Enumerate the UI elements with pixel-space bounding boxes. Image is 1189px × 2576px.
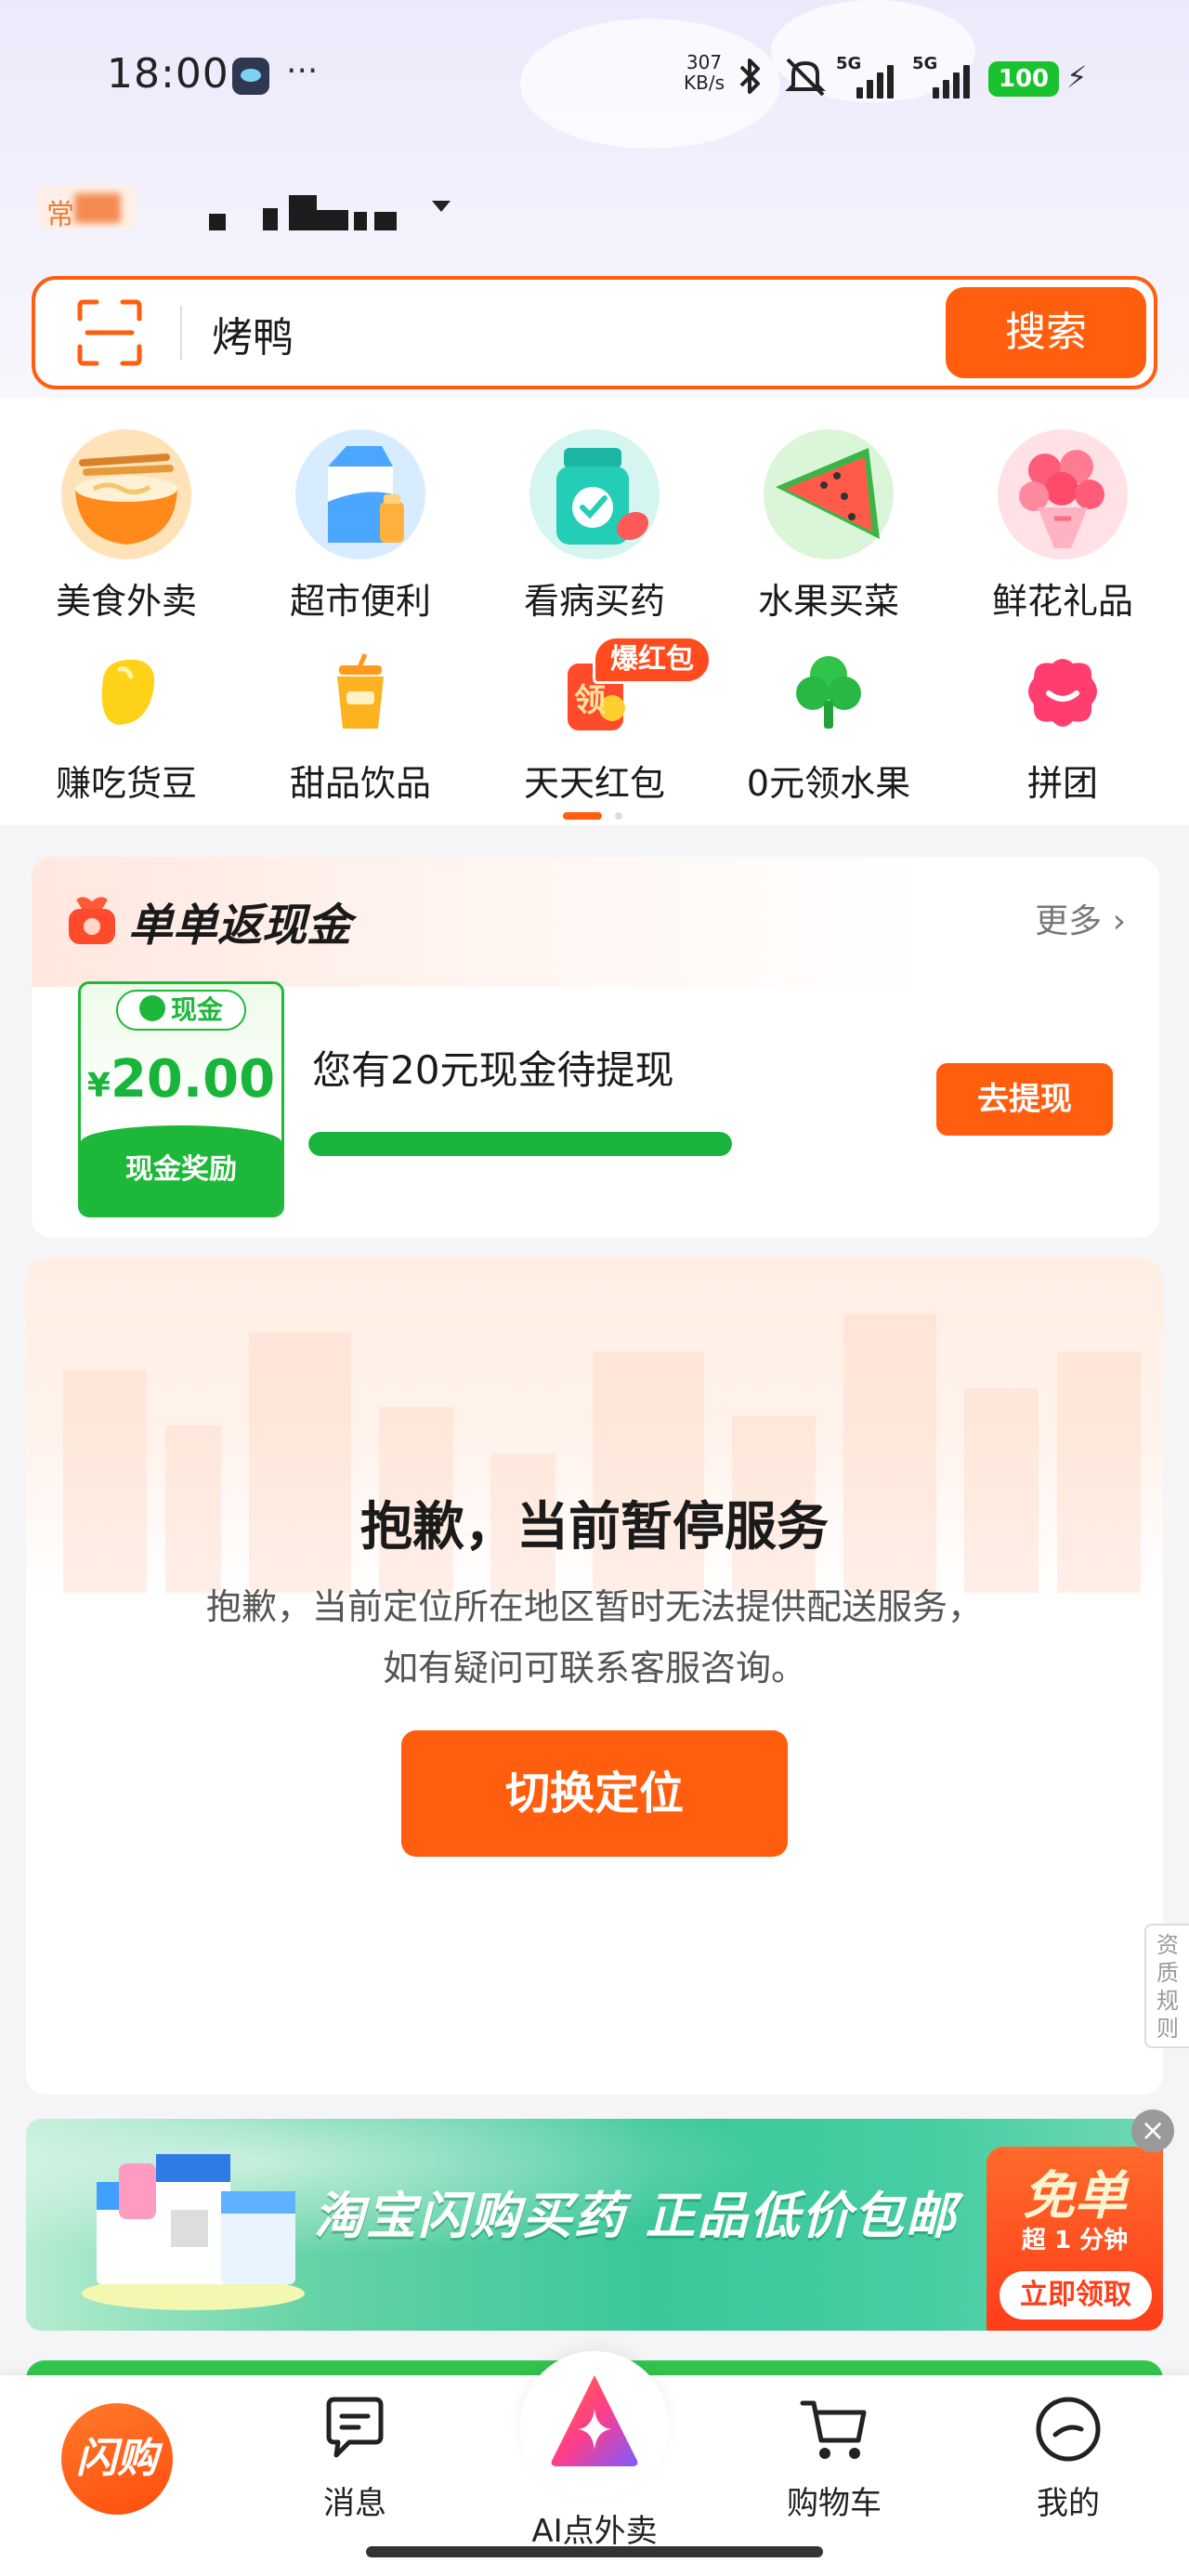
claim-now-button[interactable]: 立即领取 (1000, 2271, 1152, 2320)
promo-headline: 淘宝闪购买药 正品低价包邮 (314, 2187, 958, 2245)
category-flowers-gifts[interactable]: 鲜花礼品 (970, 429, 1156, 624)
group-buy-icon (1028, 659, 1097, 727)
category-desserts-drinks[interactable]: 甜品饮品 (268, 651, 453, 806)
shopping-cart-icon (800, 2400, 867, 2459)
app-notification-icon (232, 58, 269, 95)
amount-value: 20.00 (110, 1049, 276, 1110)
category-label: 超市便利 (289, 581, 431, 622)
watermelon-icon (764, 429, 894, 559)
category-free-fruit[interactable]: 0元领水果 (736, 651, 921, 806)
cashback-progress (308, 1132, 732, 1156)
fruit-tree-icon (796, 656, 861, 729)
net-speed-value: 307 (686, 51, 723, 73)
category-label: 0元领水果 (746, 763, 911, 804)
clock: 18:00 (107, 50, 229, 98)
notice-message-line-2: 如有疑问可联系客服咨询。 (382, 1648, 806, 1689)
notice-message-line-1: 抱歉，当前定位所在地区暂时无法提供配送服务， (205, 1586, 983, 1627)
cell-signal-icon-2: 5G (912, 54, 977, 99)
promo-banner[interactable]: 淘宝闪购买药 正品低价包邮 免单 超 1 分钟 立即领取 (26, 2119, 1163, 2331)
redacted-block (74, 193, 121, 223)
home-indicator (366, 2546, 823, 2557)
nav-label: 购物车 (787, 2485, 882, 2522)
notice-title: 抱歉，当前暂停服务 (360, 1497, 829, 1557)
chevron-right-icon: › (1112, 902, 1126, 940)
category-earn-beans[interactable]: 赚吃货豆 (33, 651, 219, 806)
voucher-caption: 现金奖励 (81, 1125, 281, 1215)
category-food-delivery[interactable]: 美食外卖 (33, 429, 219, 624)
nav-label: 消息 (323, 2485, 386, 2522)
nav-ai-label: AI点外卖 (531, 2513, 658, 2550)
network-speed: 307 KB/s (680, 52, 728, 93)
category-label: 拼团 (1026, 763, 1098, 804)
nav-ai-order[interactable] (520, 2351, 669, 2500)
noodle-bowl-icon (61, 429, 191, 559)
search-bar[interactable]: 烤鸭 搜索 (32, 276, 1157, 389)
more-label: 更多 (1035, 902, 1103, 940)
mute-bell-icon (785, 58, 826, 97)
drink-cup-icon (337, 653, 384, 729)
search-input[interactable]: 烤鸭 (212, 304, 294, 363)
cash-bag-icon (69, 897, 115, 944)
free-order-subtitle: 超 1 分钟 (1021, 2227, 1129, 2254)
voucher-tag-text: 现金 (170, 994, 223, 1025)
wechat-icon (138, 995, 165, 1021)
free-order-title: 免单 (1023, 2166, 1127, 2227)
nav-cart[interactable]: 购物车 (741, 2392, 927, 2523)
withdraw-button[interactable]: 去提现 (936, 1063, 1113, 1136)
charging-icon: ⚡ (1066, 59, 1088, 95)
voucher-amount: ¥20.00 (81, 1049, 281, 1110)
bluetooth-icon (739, 59, 760, 94)
service-unavailable-panel: 抱歉，当前暂停服务 抱歉，当前定位所在地区暂时无法提供配送服务， 如有疑问可联系… (26, 1258, 1163, 2095)
category-label: 鲜花礼品 (991, 581, 1133, 622)
ai-sparkle-icon (551, 2375, 638, 2466)
battery-icon: 100 (988, 61, 1059, 97)
cashback-description: 您有20元现金待提现 (312, 1047, 674, 1093)
milk-carton-icon (295, 429, 425, 559)
search-button[interactable]: 搜索 (946, 287, 1146, 378)
free-order-badge: 免单 超 1 分钟 立即领取 (986, 2147, 1163, 2331)
hot-red-packet-badge: 爆红包 (593, 636, 712, 684)
category-fruit-vegetable[interactable]: 水果买菜 (736, 429, 921, 624)
category-supermarket[interactable]: 超市便利 (268, 429, 453, 624)
cashback-more-link[interactable]: 更多 › (1035, 894, 1126, 942)
nav-home-flash-buy[interactable]: 闪购 (61, 2403, 173, 2515)
status-bar: 18:00 ··· 307 KB/s 5G 5G 100 ⚡ (0, 0, 1189, 158)
switch-location-button[interactable]: 切换定位 (401, 1730, 788, 1857)
search-divider (180, 306, 182, 360)
category-medicine[interactable]: 看病买药 (502, 429, 687, 624)
cashback-progress-fill (308, 1132, 732, 1156)
currency-symbol: ¥ (86, 1067, 111, 1105)
chat-bubble-icon (326, 2397, 384, 2458)
scan-icon[interactable] (74, 296, 145, 369)
smile-face-icon (1036, 2397, 1101, 2462)
nav-profile[interactable]: 我的 (975, 2392, 1161, 2523)
category-label: 天天红包 (523, 763, 665, 804)
voucher-tag: 现金 (116, 990, 246, 1031)
category-group-buy[interactable]: 拼团 (970, 651, 1156, 806)
medicine-bottle-icon (529, 429, 660, 559)
bean-icon (101, 659, 155, 725)
cell-signal-icon: 5G (836, 54, 901, 99)
nav-label: 我的 (1037, 2485, 1100, 2522)
category-label: 甜品饮品 (289, 763, 431, 804)
cashback-title: 单单返现金 (128, 900, 352, 952)
category-label: 美食外卖 (55, 581, 197, 622)
category-label: 赚吃货豆 (55, 763, 197, 804)
medicine-boxes-illustration (82, 2154, 305, 2310)
qualification-rules-tab[interactable]: 资质规则 (1144, 1924, 1189, 2048)
category-label: 看病买药 (523, 581, 665, 622)
category-label: 水果买菜 (757, 581, 899, 622)
location-dropdown-icon[interactable] (429, 197, 453, 216)
pager-dot-active (563, 812, 602, 820)
cash-voucher[interactable]: 现金 ¥20.00 现金奖励 (78, 981, 284, 1217)
close-banner-icon[interactable]: × (1131, 2109, 1174, 2152)
more-notifications-icon: ··· (286, 52, 319, 90)
location-tag-text: 常 (46, 199, 74, 229)
location-tag[interactable]: 常 (37, 186, 137, 229)
net-speed-unit: KB/s (684, 72, 725, 94)
pager-dot (615, 812, 622, 820)
flower-bouquet-icon (998, 429, 1128, 559)
nav-messages[interactable]: 消息 (262, 2392, 448, 2523)
cashback-card: 单单返现金 更多 › 现金 ¥20.00 现金奖励 您有20元现金待提现 去提现 (32, 857, 1159, 1238)
